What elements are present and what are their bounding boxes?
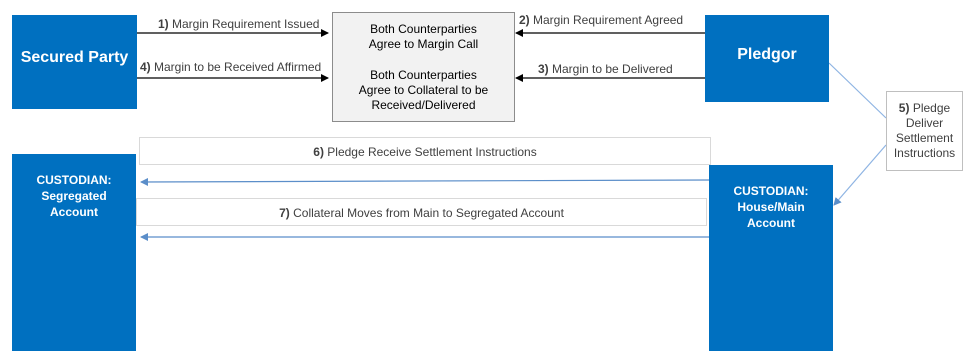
agreement-text-line: Both Counterparties [370, 68, 477, 82]
agreement-text-line: Received/Delivered [371, 98, 476, 112]
agreement-box: Both Counterparties Agree to Margin Call… [332, 12, 515, 122]
step-number: 6) [313, 145, 324, 159]
step-text: Pledge [912, 101, 951, 115]
step-text: Margin Requirement Issued [168, 17, 320, 31]
step-number: 5) [898, 101, 910, 115]
custodian-segregated-line: Segregated [41, 189, 107, 203]
custodian-segregated-box: CUSTODIAN: Segregated Account [12, 154, 136, 351]
step-text: Margin Requirement Agreed [529, 13, 684, 27]
agreement-collateral: Both Counterparties Agree to Collateral … [333, 68, 514, 113]
step-number: 7) [279, 206, 290, 220]
step-number: 1) [158, 17, 169, 31]
step-7-banner: 7) Collateral Moves from Main to Segrega… [136, 198, 707, 226]
step-6-banner: 6) Pledge Receive Settlement Instruction… [139, 137, 711, 165]
arrow-step-5 [833, 144, 887, 206]
agreement-text-line: Agree to Collateral to be [358, 83, 489, 97]
step-text: Pledge Receive Settlement Instructions [323, 145, 537, 159]
custodian-segregated-line: CUSTODIAN: [36, 173, 112, 187]
secured-party-box: Secured Party [12, 15, 137, 109]
step-1-label: 1) Margin Requirement Issued [158, 17, 319, 31]
secured-party-label: Secured Party [20, 49, 129, 66]
step-text: Margin to be Delivered [548, 62, 673, 76]
arrow-step-6 [140, 177, 710, 186]
note-line: 5) Pledge [887, 101, 962, 116]
connector-pledgor-to-note [828, 62, 887, 119]
step-text: Settlement [895, 131, 954, 145]
step-5-note: 5) Pledge Deliver Settlement Instruction… [886, 91, 963, 171]
custodian-house-line: Account [747, 216, 795, 230]
step-number: 4) [140, 60, 151, 74]
step-text: Deliver [905, 116, 944, 130]
custodian-house-line: CUSTODIAN: [733, 184, 809, 198]
step-text: Margin to be Received Affirmed [150, 60, 322, 74]
step-text: Collateral Moves from Main to Segregated… [289, 206, 564, 220]
agreement-text-line: Both Counterparties [370, 22, 477, 36]
custodian-house-box: CUSTODIAN: House/Main Account [709, 165, 833, 351]
agreement-margin-call: Both Counterparties Agree to Margin Call [333, 22, 514, 52]
custodian-segregated-line: Account [50, 205, 98, 219]
step-text: Instructions [893, 146, 956, 160]
agreement-text-line: Agree to Margin Call [368, 37, 479, 51]
pledgor-label: Pledgor [737, 46, 797, 63]
custodian-house-line: House/Main [737, 200, 805, 214]
step-3-label: 3) Margin to be Delivered [538, 62, 673, 76]
step-2-label: 2) Margin Requirement Agreed [519, 13, 683, 27]
step-number: 2) [519, 13, 530, 27]
step-4-label: 4) Margin to be Received Affirmed [140, 60, 321, 74]
step-number: 3) [538, 62, 549, 76]
pledgor-box: Pledgor [705, 15, 829, 102]
